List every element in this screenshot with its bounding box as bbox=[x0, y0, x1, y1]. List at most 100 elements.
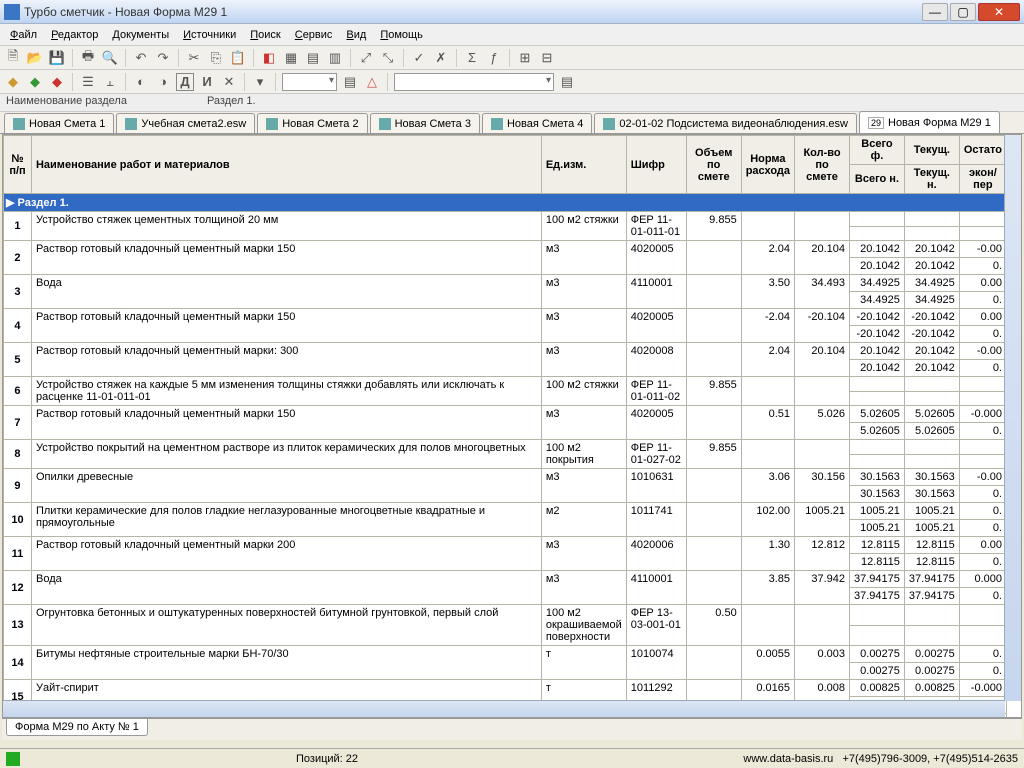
col-qty[interactable]: Кол-во по смете bbox=[795, 136, 850, 194]
col-total-f[interactable]: Всего ф. bbox=[850, 136, 905, 165]
tool-icon[interactable]: △ bbox=[363, 73, 381, 91]
table-row[interactable]: 1Устройство стяжек цементных толщиной 20… bbox=[4, 212, 1007, 227]
tool-icon[interactable]: ◑ bbox=[154, 73, 172, 91]
tool-icon[interactable]: ▥ bbox=[326, 49, 344, 67]
table-row[interactable]: 2Раствор готовый кладочный цементный мар… bbox=[4, 241, 1007, 258]
breadcrumb-label: Наименование раздела bbox=[6, 95, 127, 110]
table-row[interactable]: 16Гладкая облицовка стен, столбов, пиляс… bbox=[4, 714, 1007, 719]
table-row[interactable]: 11Раствор готовый кладочный цементный ма… bbox=[4, 537, 1007, 554]
tab-smeta-1[interactable]: Новая Смета 1 bbox=[4, 113, 114, 133]
col-remain2[interactable]: экон/пер bbox=[959, 165, 1006, 194]
table-row[interactable]: 3Водам341100013.5034.49334.492534.49250.… bbox=[4, 275, 1007, 292]
save-icon[interactable]: 💾 bbox=[48, 49, 66, 67]
titlebar: Турбо сметчик - Новая Форма М29 1 — ▢ ✕ bbox=[0, 0, 1024, 24]
table-row[interactable]: 12Водам341100013.8537.94237.9417537.9417… bbox=[4, 571, 1007, 588]
print-icon[interactable]: 🖶 bbox=[79, 49, 97, 67]
col-unit[interactable]: Ед.изм. bbox=[541, 136, 626, 194]
table-row[interactable]: 10Плитки керамические для полов гладкие … bbox=[4, 503, 1007, 520]
tool-icon[interactable]: ⫠ bbox=[101, 73, 119, 91]
col-curr-n[interactable]: Текущ. н. bbox=[904, 165, 959, 194]
tool-icon[interactable]: ◐ bbox=[132, 73, 150, 91]
menu-service[interactable]: Сервис bbox=[289, 27, 339, 43]
menu-sources[interactable]: Источники bbox=[177, 27, 242, 43]
tool-icon[interactable]: Д bbox=[176, 73, 194, 91]
minimize-button[interactable]: — bbox=[922, 3, 948, 21]
maximize-button[interactable]: ▢ bbox=[950, 3, 976, 21]
table-row[interactable]: 14Битумы нефтяные строительные марки БН-… bbox=[4, 646, 1007, 663]
toolbar-1: 🗎 📂 💾 🖶 🔍 ↶ ↷ ✂ ⎘ 📋 ◧ ▦ ▤ ▥ ⤢ ⤡ ✓ ✗ Σ ƒ … bbox=[0, 46, 1024, 70]
tool-icon[interactable]: ◧ bbox=[260, 49, 278, 67]
tool-icon[interactable]: ▤ bbox=[304, 49, 322, 67]
combo-1[interactable] bbox=[282, 73, 337, 91]
menu-view[interactable]: Вид bbox=[340, 27, 372, 43]
menu-editor[interactable]: Редактор bbox=[45, 27, 104, 43]
table-row[interactable]: 9Опилки древесныем310106313.0630.15630.1… bbox=[4, 469, 1007, 486]
undo-icon[interactable]: ↶ bbox=[132, 49, 150, 67]
cut-icon[interactable]: ✂ bbox=[185, 49, 203, 67]
tool-icon[interactable]: ⤢ bbox=[357, 49, 375, 67]
tab-study[interactable]: Учебная смета2.esw bbox=[116, 113, 255, 133]
bottom-tabstrip: Форма М29 по Акту № 1 bbox=[2, 718, 1022, 740]
tool-icon[interactable]: ☰ bbox=[79, 73, 97, 91]
tool-icon[interactable]: ✗ bbox=[432, 49, 450, 67]
col-code[interactable]: Шифр bbox=[626, 136, 686, 194]
tool-icon[interactable]: ⊞ bbox=[516, 49, 534, 67]
breadcrumb-value: Раздел 1. bbox=[207, 95, 256, 110]
breadcrumb: Наименование раздела Раздел 1. bbox=[0, 94, 1024, 112]
close-button[interactable]: ✕ bbox=[978, 3, 1020, 21]
tool-icon[interactable]: ƒ bbox=[485, 49, 503, 67]
doc-icon bbox=[266, 118, 278, 130]
paste-icon[interactable]: 📋 bbox=[229, 49, 247, 67]
tab-m29[interactable]: 29Новая Форма М29 1 bbox=[859, 111, 1000, 133]
table-row[interactable]: 13Огрунтовка бетонных и оштукатуренных п… bbox=[4, 605, 1007, 626]
table-row[interactable]: 4Раствор готовый кладочный цементный мар… bbox=[4, 309, 1007, 326]
combo-2[interactable] bbox=[394, 73, 554, 91]
col-name[interactable]: Наименование работ и материалов bbox=[31, 136, 541, 194]
menu-documents[interactable]: Документы bbox=[106, 27, 175, 43]
tool-icon[interactable]: ⊟ bbox=[538, 49, 556, 67]
tool-icon[interactable]: ▾ bbox=[251, 73, 269, 91]
tool-icon[interactable]: И bbox=[198, 73, 216, 91]
tool-icon[interactable]: ✕ bbox=[220, 73, 238, 91]
tool-icon[interactable]: ◆ bbox=[4, 73, 22, 91]
table-row[interactable]: 5Раствор готовый кладочный цементный мар… bbox=[4, 343, 1007, 360]
tool-icon[interactable]: ▤ bbox=[341, 73, 359, 91]
col-remain[interactable]: Остато bbox=[959, 136, 1006, 165]
col-volume[interactable]: Объем по смете bbox=[686, 136, 741, 194]
col-num[interactable]: № п/п bbox=[4, 136, 32, 194]
col-curr[interactable]: Текущ. bbox=[904, 136, 959, 165]
table-row[interactable]: 7Раствор готовый кладочный цементный мар… bbox=[4, 406, 1007, 423]
tab-smeta-3[interactable]: Новая Смета 3 bbox=[370, 113, 480, 133]
table-subrow[interactable]: 0.008250.008250. bbox=[4, 697, 1007, 714]
col-total-n[interactable]: Всего н. bbox=[850, 165, 905, 194]
doc-icon bbox=[379, 118, 391, 130]
col-norm[interactable]: Норма расхода bbox=[741, 136, 794, 194]
bottom-tab-form[interactable]: Форма М29 по Акту № 1 bbox=[6, 719, 148, 736]
tab-smeta-2[interactable]: Новая Смета 2 bbox=[257, 113, 367, 133]
open-icon[interactable]: 📂 bbox=[26, 49, 44, 67]
table-row[interactable]: 6Устройство стяжек на каждые 5 мм измене… bbox=[4, 377, 1007, 392]
tool-icon[interactable]: ⤡ bbox=[379, 49, 397, 67]
copy-icon[interactable]: ⎘ bbox=[207, 49, 225, 67]
redo-icon[interactable]: ↷ bbox=[154, 49, 172, 67]
tab-smeta-4[interactable]: Новая Смета 4 bbox=[482, 113, 592, 133]
doc-icon bbox=[13, 118, 25, 130]
tool-icon[interactable]: ◆ bbox=[48, 73, 66, 91]
table-row[interactable]: 15Уайт-спиритт10112920.01650.0080.008250… bbox=[4, 680, 1007, 697]
tab-video[interactable]: 02-01-02 Подсистема видеонаблюдения.esw bbox=[594, 113, 857, 133]
section-header-row[interactable]: ▶ Раздел 1. bbox=[4, 194, 1007, 212]
grid-viewport[interactable]: № п/п Наименование работ и материалов Ед… bbox=[2, 134, 1022, 718]
new-doc-icon[interactable]: 🗎 bbox=[4, 49, 22, 67]
tool-icon[interactable]: ▤ bbox=[558, 73, 576, 91]
tool-icon[interactable]: ◆ bbox=[26, 73, 44, 91]
menu-file[interactable]: Файл bbox=[4, 27, 43, 43]
document-tabs: Новая Смета 1 Учебная смета2.esw Новая С… bbox=[0, 112, 1024, 134]
table-row[interactable]: 8Устройство покрытий на цементном раство… bbox=[4, 440, 1007, 455]
menu-help[interactable]: Помощь bbox=[374, 27, 429, 43]
menu-search[interactable]: Поиск bbox=[244, 27, 286, 43]
tool-icon[interactable]: ▦ bbox=[282, 49, 300, 67]
tool-icon[interactable]: ✓ bbox=[410, 49, 428, 67]
doc-num-icon: 29 bbox=[868, 117, 884, 129]
tool-icon[interactable]: Σ bbox=[463, 49, 481, 67]
preview-icon[interactable]: 🔍 bbox=[101, 49, 119, 67]
